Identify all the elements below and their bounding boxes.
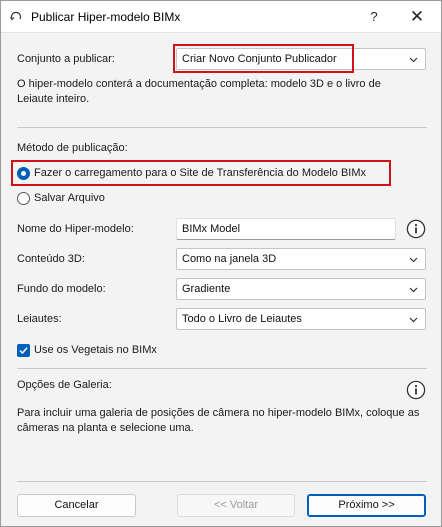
refresh-icon xyxy=(10,11,22,21)
layouts-dropdown[interactable]: Todo o Livro de Leiautes xyxy=(176,308,426,330)
back-button[interactable]: << Voltar xyxy=(177,494,295,517)
content-3d-dropdown[interactable]: Como na janela 3D xyxy=(176,248,426,270)
set-to-publish-label: Conjunto a publicar: xyxy=(17,53,115,65)
window-title: Publicar Hiper-modelo BIMx xyxy=(31,10,181,24)
hypermodel-name-label: Nome do Hiper-modelo: xyxy=(17,223,134,235)
publishing-method-label: Método de publicação: xyxy=(17,142,128,154)
gallery-description: Para incluir uma galeria de posições de … xyxy=(17,407,420,434)
chevron-down-icon xyxy=(409,57,418,63)
checkmark-icon xyxy=(19,347,28,355)
radio-save-file[interactable] xyxy=(17,192,30,205)
close-button[interactable]: ✕ xyxy=(405,6,429,28)
upload-option-highlight xyxy=(11,160,391,186)
gallery-options-label: Opções de Galeria: xyxy=(17,379,112,391)
use-vegetation-label[interactable]: Use os Vegetais no BIMx xyxy=(34,344,157,356)
next-button[interactable]: Próximo >> xyxy=(307,494,426,517)
content-3d-value: Como na janela 3D xyxy=(182,253,277,265)
chevron-down-icon xyxy=(409,287,418,293)
cancel-button[interactable]: Cancelar xyxy=(17,494,136,517)
separator xyxy=(17,481,427,482)
hypermodel-name-value: BIMx Model xyxy=(182,223,241,235)
separator xyxy=(17,127,427,128)
separator xyxy=(17,368,427,369)
set-to-publish-highlight xyxy=(173,44,354,73)
publish-bimx-dialog: Publicar Hiper-modelo BIMx ? ✕ Conjunto … xyxy=(0,0,442,527)
hypermodel-name-input[interactable]: BIMx Model xyxy=(176,218,396,240)
model-background-value: Gradiente xyxy=(182,283,231,295)
radio-save-file-label[interactable]: Salvar Arquivo xyxy=(34,192,105,204)
use-vegetation-checkbox[interactable] xyxy=(17,344,30,357)
layouts-label: Leiautes: xyxy=(17,313,62,325)
info-icon[interactable] xyxy=(406,380,426,400)
title-bar: Publicar Hiper-modelo BIMx ? ✕ xyxy=(1,1,441,33)
layouts-value: Todo o Livro de Leiautes xyxy=(182,313,302,325)
help-button[interactable]: ? xyxy=(362,6,386,28)
content-3d-label: Conteúdo 3D: xyxy=(17,253,85,265)
description-text: O hiper-modelo conterá a documentação co… xyxy=(17,78,381,105)
chevron-down-icon xyxy=(409,257,418,263)
info-icon[interactable] xyxy=(406,219,426,239)
model-background-dropdown[interactable]: Gradiente xyxy=(176,278,426,300)
model-background-label: Fundo do modelo: xyxy=(17,283,106,295)
chevron-down-icon xyxy=(409,317,418,323)
